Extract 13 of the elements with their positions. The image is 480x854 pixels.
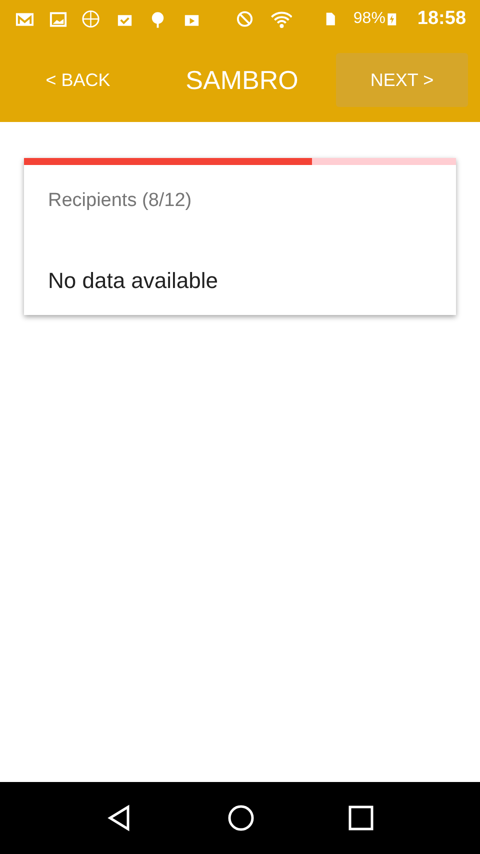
do-not-disturb-icon bbox=[234, 9, 254, 29]
image-icon bbox=[48, 9, 68, 29]
app-title: SAMBRO bbox=[184, 64, 300, 96]
empty-message: No data available bbox=[47, 266, 220, 294]
recents-nav-icon[interactable] bbox=[348, 805, 374, 831]
wifi-icon bbox=[268, 9, 292, 29]
globe-icon bbox=[81, 9, 101, 29]
card-heading: Recipients (8/12) bbox=[47, 189, 193, 213]
home-nav-icon[interactable] bbox=[226, 804, 255, 832]
battery-percentage: 98% bbox=[353, 9, 386, 29]
clock: 18:58 bbox=[417, 6, 466, 31]
back-button[interactable]: < BACK bbox=[0, 53, 156, 107]
next-button[interactable]: NEXT > bbox=[336, 53, 468, 107]
